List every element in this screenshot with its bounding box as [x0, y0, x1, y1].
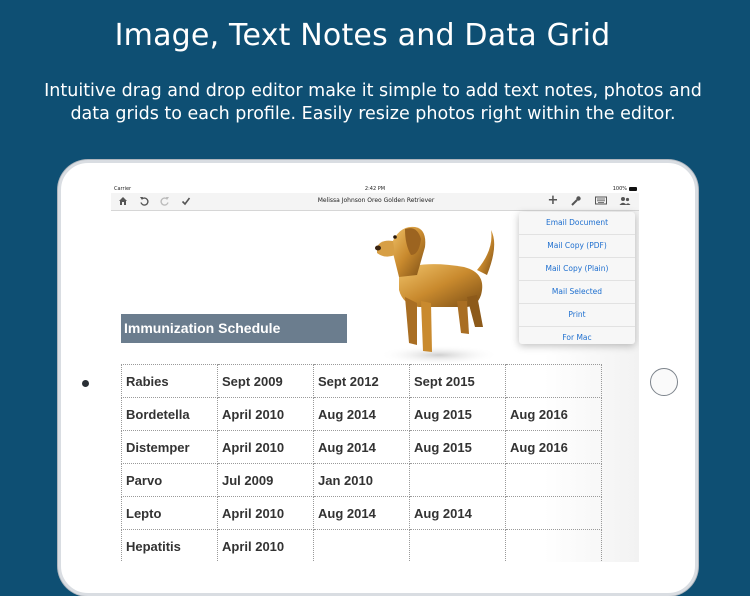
document-title: Melissa Johnson Oreo Golden Retriever	[317, 197, 435, 204]
grid-cell[interactable]: Aug 2015	[409, 430, 506, 464]
grid-cell[interactable]: Sept 2009	[217, 364, 314, 398]
ipad-home-button[interactable]	[650, 368, 678, 396]
immunization-grid[interactable]: Rabies Sept 2009 Sept 2012 Sept 2015 Bordete…	[121, 364, 602, 562]
section-title[interactable]: Immunization Schedule	[121, 314, 347, 343]
table-row: Bordetella April 2010 Aug 2014 Aug 2015 Aug …	[121, 397, 602, 431]
menu-item[interactable]: For Mac	[519, 327, 635, 349]
subheadline-line-1: Intuitive drag and drop editor make it s…	[44, 81, 702, 101]
grid-cell[interactable]: Distemper	[121, 430, 218, 464]
grid-cell[interactable]: Aug 2014	[409, 496, 506, 530]
ipad-camera	[82, 380, 89, 387]
grid-cell[interactable]: Hepatitis	[121, 529, 218, 562]
grid-cell[interactable]: Jul 2009	[217, 463, 314, 497]
table-row: Rabies Sept 2009 Sept 2012 Sept 2015	[121, 364, 602, 398]
grid-cell[interactable]: Aug 2015	[409, 397, 506, 431]
share-contact-icon[interactable]	[618, 194, 632, 208]
grid-cell[interactable]	[505, 529, 602, 562]
home-icon[interactable]	[116, 194, 130, 208]
grid-cell[interactable]: April 2010	[217, 430, 314, 464]
add-icon[interactable]: +	[546, 194, 560, 208]
grid-cell[interactable]: Bordetella	[121, 397, 218, 431]
grid-cell[interactable]: Sept 2015	[409, 364, 506, 398]
table-row: Lepto April 2010 Aug 2014 Aug 2014	[121, 496, 602, 530]
menu-item[interactable]: Mail Selected	[519, 281, 635, 304]
table-row: Hepatitis April 2010	[121, 529, 602, 562]
share-menu: Email Document Mail Copy (PDF) Mail Copy (…	[519, 212, 635, 344]
grid-cell[interactable]	[505, 496, 602, 530]
app-screen: Carrier 2:42 PM 100% Melissa Johnson Ore…	[111, 183, 639, 562]
grid-cell[interactable]: Aug 2016	[505, 430, 602, 464]
checkmark-icon[interactable]	[179, 194, 193, 208]
status-bar: Carrier 2:42 PM 100%	[111, 183, 639, 193]
grid-cell[interactable]	[313, 529, 410, 562]
table-row: Distemper April 2010 Aug 2014 Aug 2015 Aug 2…	[121, 430, 602, 464]
battery-percent: 100%	[612, 186, 627, 192]
grid-cell[interactable]: Aug 2014	[313, 496, 410, 530]
grid-cell[interactable]: April 2010	[217, 496, 314, 530]
grid-cell[interactable]	[409, 529, 506, 562]
redo-icon[interactable]	[158, 194, 172, 208]
grid-cell[interactable]: April 2010	[217, 397, 314, 431]
grid-cell[interactable]: Jan 2010	[313, 463, 410, 497]
grid-cell[interactable]: Aug 2014	[313, 430, 410, 464]
golden-retriever-photo[interactable]	[369, 215, 504, 365]
grid-cell[interactable]: Parvo	[121, 463, 218, 497]
toolbar: Melissa Johnson Oreo Golden Retriever +	[111, 193, 639, 211]
table-row: Parvo Jul 2009 Jan 2010	[121, 463, 602, 497]
grid-cell[interactable]: Aug 2016	[505, 397, 602, 431]
grid-cell[interactable]	[505, 364, 602, 398]
undo-icon[interactable]	[137, 194, 151, 208]
grid-cell[interactable]: April 2010	[217, 529, 314, 562]
headline: Image, Text Notes and Data Grid	[114, 18, 611, 53]
subheadline-line-2: data grids to each profile. Easily resiz…	[70, 104, 676, 124]
menu-item[interactable]: Print	[519, 304, 635, 327]
menu-item[interactable]: Mail Copy (Plain)	[519, 258, 635, 281]
grid-cell[interactable]: Rabies	[121, 364, 218, 398]
status-time: 2:42 PM	[364, 186, 386, 192]
menu-item[interactable]: Email Document	[519, 212, 635, 235]
menu-item[interactable]: Mail Copy (PDF)	[519, 235, 635, 258]
tools-icon[interactable]	[569, 194, 583, 208]
grid-cell[interactable]: Aug 2014	[313, 397, 410, 431]
grid-cell[interactable]	[409, 463, 506, 497]
keyboard-icon[interactable]	[594, 194, 608, 208]
subheadline: Intuitive drag and drop editor make it s…	[30, 80, 716, 126]
battery-icon	[629, 187, 637, 191]
grid-cell[interactable]	[505, 463, 602, 497]
grid-cell[interactable]: Lepto	[121, 496, 218, 530]
grid-cell[interactable]: Sept 2012	[313, 364, 410, 398]
